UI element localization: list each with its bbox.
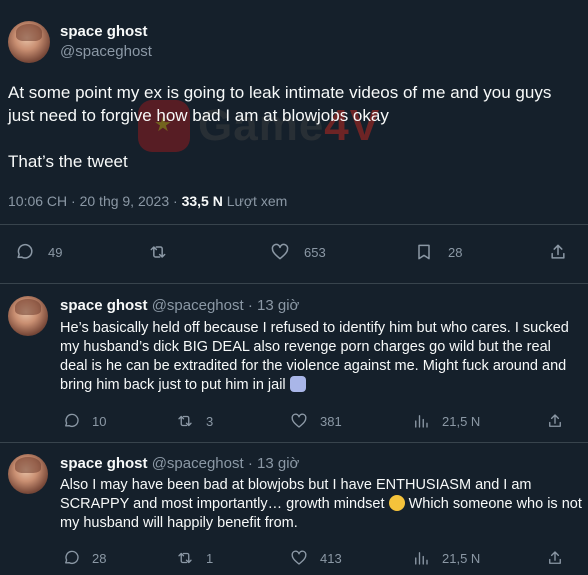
tweet-timestamp[interactable]: 10:06 CH · 20 thg 9, 2023 · — [8, 193, 182, 209]
tweet-views-count[interactable]: 33,5 N — [182, 193, 223, 209]
reply-text: He’s basically held off because I refuse… — [60, 319, 582, 395]
shrug-emoji-icon — [289, 376, 306, 392]
reply-count: 10 — [92, 413, 107, 429]
reply-icon — [17, 243, 33, 259]
share-button[interactable] — [546, 549, 564, 567]
views-button[interactable]: 21,5 N — [412, 412, 480, 430]
share-button[interactable] — [548, 242, 568, 262]
like-count: 653 — [304, 244, 326, 260]
author-name[interactable]: space ghost — [60, 23, 148, 40]
tweet-views-label: Lượt xem — [222, 193, 288, 209]
heart-icon — [271, 243, 289, 260]
reply-text: Also I may have been bad at blowjobs but… — [60, 476, 582, 533]
reply-author-handle[interactable]: @spaceghost — [152, 297, 244, 314]
like-button[interactable]: 381 — [290, 412, 342, 430]
views-count: 21,5 N — [442, 550, 481, 566]
share-icon — [549, 551, 561, 564]
reply-button[interactable]: 49 — [14, 242, 62, 262]
bookmark-button[interactable]: 28 — [414, 242, 462, 262]
analytics-icon — [415, 552, 428, 565]
divider — [0, 442, 588, 443]
heart-icon — [291, 550, 307, 565]
author-handle[interactable]: @spaceghost — [60, 43, 152, 60]
repost-icon — [178, 552, 192, 564]
relieved-face-emoji-icon — [388, 495, 405, 511]
repost-button[interactable]: 1 — [176, 549, 213, 567]
share-icon — [549, 414, 561, 427]
reply-author-avatar[interactable] — [8, 454, 48, 494]
author-avatar[interactable] — [8, 21, 50, 63]
like-count: 381 — [320, 413, 342, 429]
reply-text-body: He’s basically held off because I refuse… — [60, 320, 569, 393]
bookmark-icon — [418, 244, 430, 260]
reply-header: space ghost @spaceghost · 13 giờ — [60, 455, 299, 472]
reply-timestamp[interactable]: 13 giờ — [257, 297, 299, 314]
like-count: 413 — [320, 550, 342, 566]
reply-author-name[interactable]: space ghost — [60, 297, 148, 314]
tweet-text: At some point my ex is going to leak int… — [8, 83, 552, 171]
reply-timestamp[interactable]: 13 giờ — [257, 455, 299, 472]
separator: · — [243, 297, 257, 314]
views-count: 21,5 N — [442, 413, 481, 429]
reply-button[interactable]: 28 — [62, 549, 106, 567]
repost-button[interactable]: 3 — [176, 412, 213, 430]
reply-author-name[interactable]: space ghost — [60, 455, 148, 472]
like-button[interactable]: 653 — [270, 242, 326, 262]
share-icon — [551, 244, 565, 259]
reply-header: space ghost @spaceghost · 13 giờ — [60, 297, 299, 314]
like-button[interactable]: 413 — [290, 549, 342, 567]
repost-count: 3 — [206, 413, 214, 429]
repost-count: 1 — [206, 550, 214, 566]
reply-button[interactable]: 10 — [62, 412, 106, 430]
heart-icon — [291, 413, 307, 428]
reply-icon — [65, 550, 79, 564]
separator: · — [243, 455, 257, 472]
tweet-meta: 10:06 CH · 20 thg 9, 2023 · 33,5 N Lượt … — [8, 193, 287, 209]
reply-author-avatar[interactable] — [8, 296, 48, 336]
repost-icon — [178, 415, 192, 427]
analytics-icon — [415, 415, 428, 428]
reply-count: 49 — [48, 244, 63, 260]
divider — [0, 283, 588, 284]
share-button[interactable] — [546, 412, 564, 430]
reply-icon — [65, 413, 79, 427]
reply-author-handle[interactable]: @spaceghost — [152, 455, 244, 472]
bookmark-count: 28 — [448, 244, 463, 260]
divider — [0, 224, 588, 225]
reply-count: 28 — [92, 550, 107, 566]
views-button[interactable]: 21,5 N — [412, 549, 480, 567]
repost-button[interactable] — [148, 242, 182, 262]
repost-icon — [150, 246, 166, 258]
